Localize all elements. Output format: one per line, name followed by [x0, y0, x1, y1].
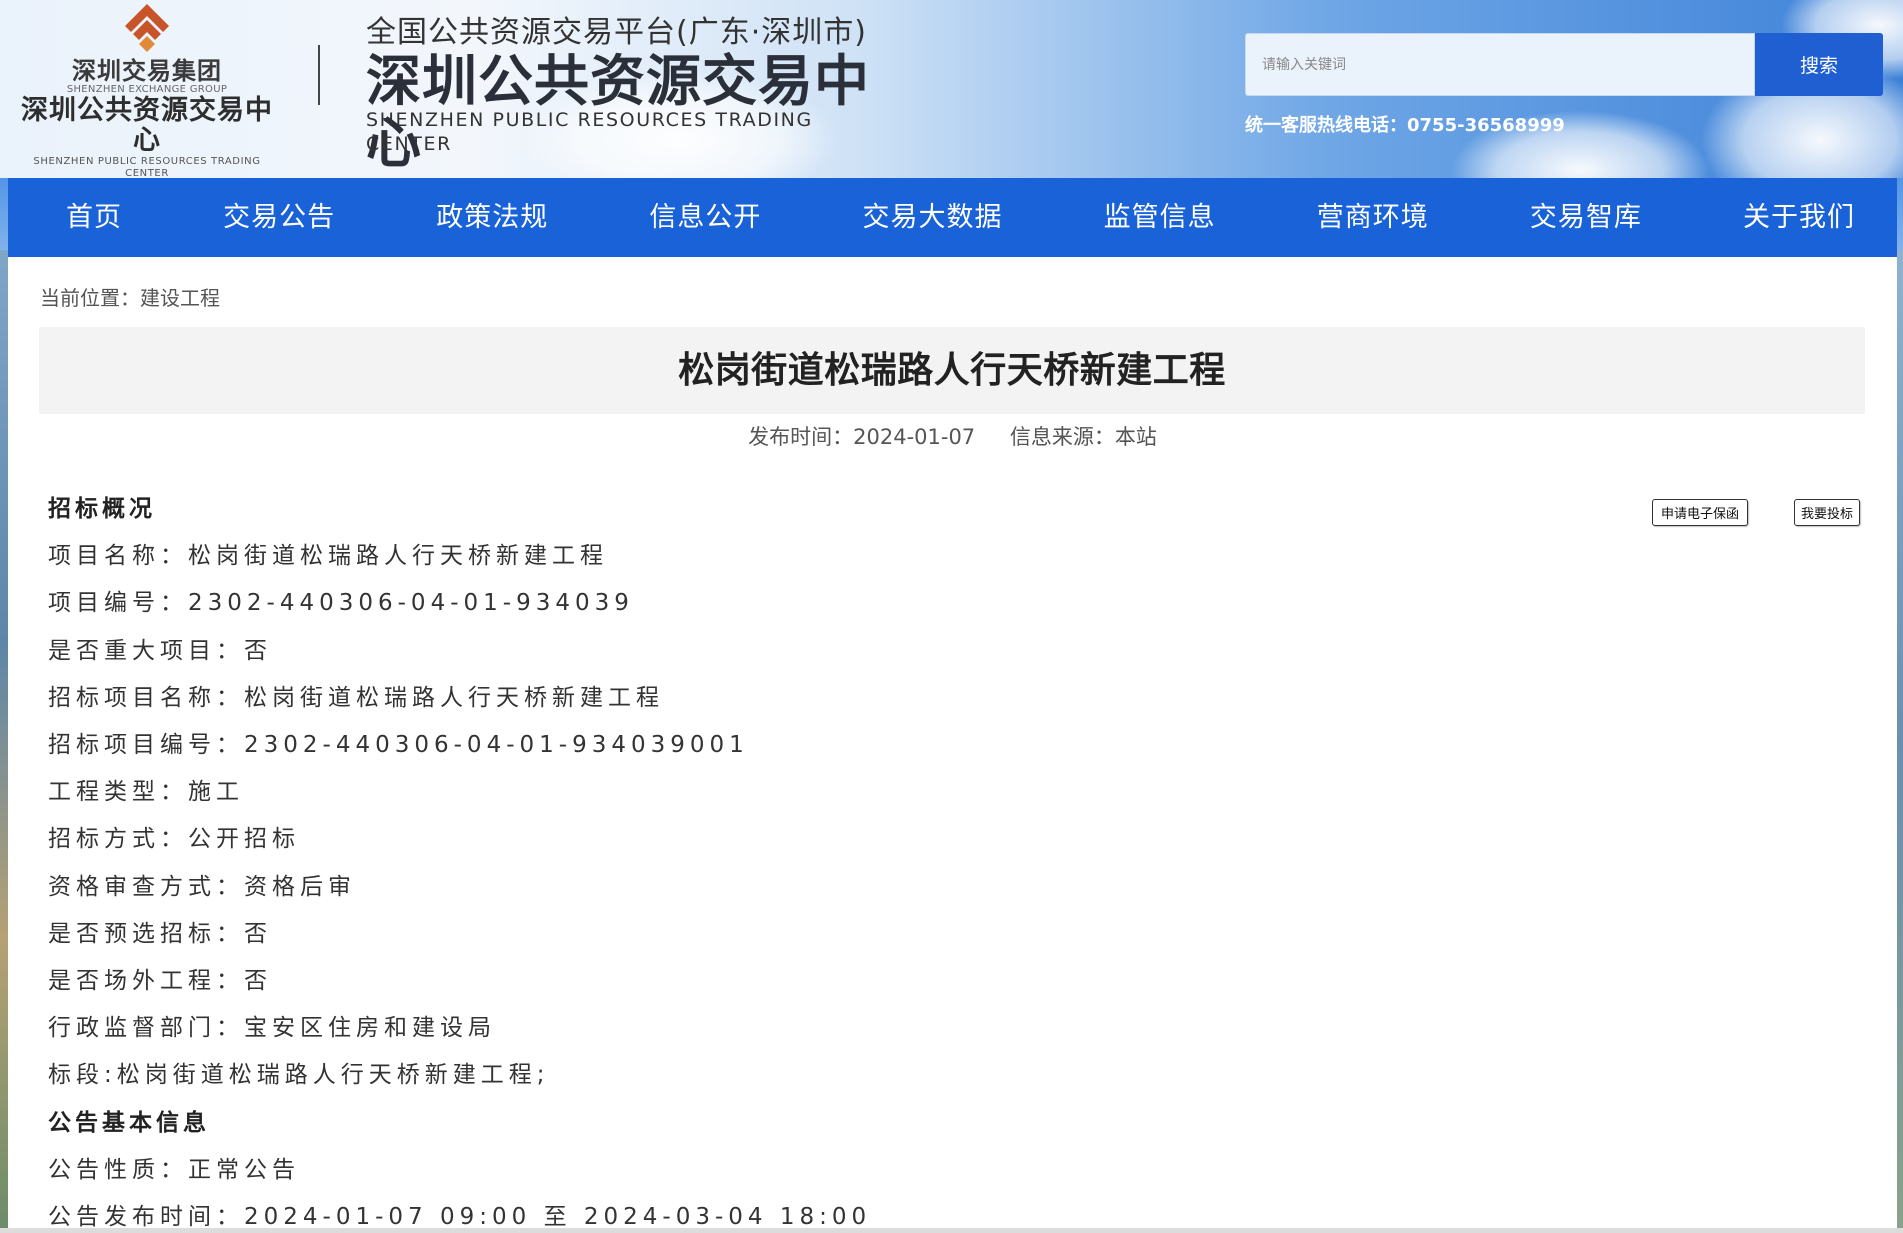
platform-title: 全国公共资源交易平台(广东·深圳市)	[366, 15, 867, 50]
breadcrumb-prefix: 当前位置：	[40, 286, 140, 310]
breadcrumb-current[interactable]: 建设工程	[140, 286, 220, 310]
center-title-en: SHENZHEN PUBLIC RESOURCES TRADING CENTER	[366, 109, 813, 155]
article-meta: 发布时间：2024-01-07 信息来源：本站	[8, 422, 1897, 452]
hotline-text: 统一客服热线电话：0755-36568999	[1245, 115, 1565, 136]
info-line: 是否场外工程：否	[48, 968, 272, 995]
apply-e-guarantee-button[interactable]: 申请电子保函	[1652, 499, 1748, 526]
nav-item-business-environment[interactable]: 营商环境	[1317, 178, 1429, 257]
search-input[interactable]	[1246, 34, 1754, 95]
article-title: 松岗街道松瑞路人行天桥新建工程	[678, 350, 1226, 391]
article-content: 当前位置：建设工程 松岗街道松瑞路人行天桥新建工程 发布时间：2024-01-0…	[8, 257, 1897, 1233]
exchange-group-logo[interactable]: 深圳交易集团 SHENZHEN EXCHANGE GROUP 深圳公共资源交易中…	[12, 2, 282, 178]
submit-bid-button[interactable]: 我要投标	[1794, 499, 1860, 526]
section-heading: 招标概况	[48, 496, 156, 522]
nav-item-policies[interactable]: 政策法规	[436, 178, 548, 257]
logo-group-name: 深圳交易集团	[72, 57, 222, 85]
info-source: 信息来源：本站	[1009, 425, 1157, 449]
info-line: 招标方式：公开招标	[48, 826, 300, 853]
info-line: 是否重大项目：否	[48, 637, 272, 664]
site-header: 深圳交易集团 SHENZHEN EXCHANGE GROUP 深圳公共资源交易中…	[0, 0, 1903, 178]
info-line: 行政监督部门：宝安区住房和建设局	[48, 1015, 496, 1042]
title-bar: 松岗街道松瑞路人行天桥新建工程	[39, 327, 1865, 414]
article-body: 招标概况项目名称：松岗街道松瑞路人行天桥新建工程 项目编号：2302-440306…	[48, 486, 1548, 1233]
info-line: 是否预选招标：否	[48, 920, 272, 947]
info-line: 资格审查方式：资格后审	[48, 873, 356, 900]
info-line: 招标项目名称：松岗街道松瑞路人行天桥新建工程	[48, 684, 664, 711]
logo-divider	[318, 45, 320, 105]
section-heading: 公告基本信息	[48, 1109, 210, 1136]
main-nav: 首页 交易公告 政策法规 信息公开 交易大数据 监管信息 营商环境 交易智库 关…	[8, 178, 1897, 257]
info-line: 标段:松岗街道松瑞路人行天桥新建工程;	[48, 1062, 550, 1089]
info-line: 项目编号：2302-440306-04-01-934039	[48, 590, 634, 617]
logo-center-name: 深圳公共资源交易中心	[21, 95, 273, 156]
nav-item-home[interactable]: 首页	[66, 178, 122, 257]
info-line: 工程类型：施工	[48, 779, 244, 806]
breadcrumb: 当前位置：建设工程	[40, 283, 220, 313]
info-line: 招标项目编号：2302-440306-04-01-934039001	[48, 732, 749, 759]
background-scenery-right	[1896, 250, 1903, 1233]
info-line: 项目名称：松岗街道松瑞路人行天桥新建工程	[48, 543, 608, 570]
nav-item-trade-announcements[interactable]: 交易公告	[223, 178, 335, 257]
nav-item-think-tank[interactable]: 交易智库	[1530, 178, 1642, 257]
info-line: 公告性质：正常公告	[48, 1156, 300, 1183]
publish-time: 发布时间：2024-01-07	[748, 425, 976, 449]
search-box	[1245, 33, 1755, 96]
search-button[interactable]: 搜索	[1755, 33, 1883, 96]
nav-item-info-disclosure[interactable]: 信息公开	[649, 178, 761, 257]
nav-item-supervision[interactable]: 监管信息	[1104, 178, 1216, 257]
bottom-edge	[0, 1228, 1903, 1233]
nav-item-about-us[interactable]: 关于我们	[1743, 178, 1855, 257]
exchange-group-logo-icon	[125, 4, 169, 52]
logo-center-name-en: SHENZHEN PUBLIC RESOURCES TRADING CENTER	[33, 156, 261, 178]
nav-item-trade-big-data[interactable]: 交易大数据	[863, 178, 1003, 257]
